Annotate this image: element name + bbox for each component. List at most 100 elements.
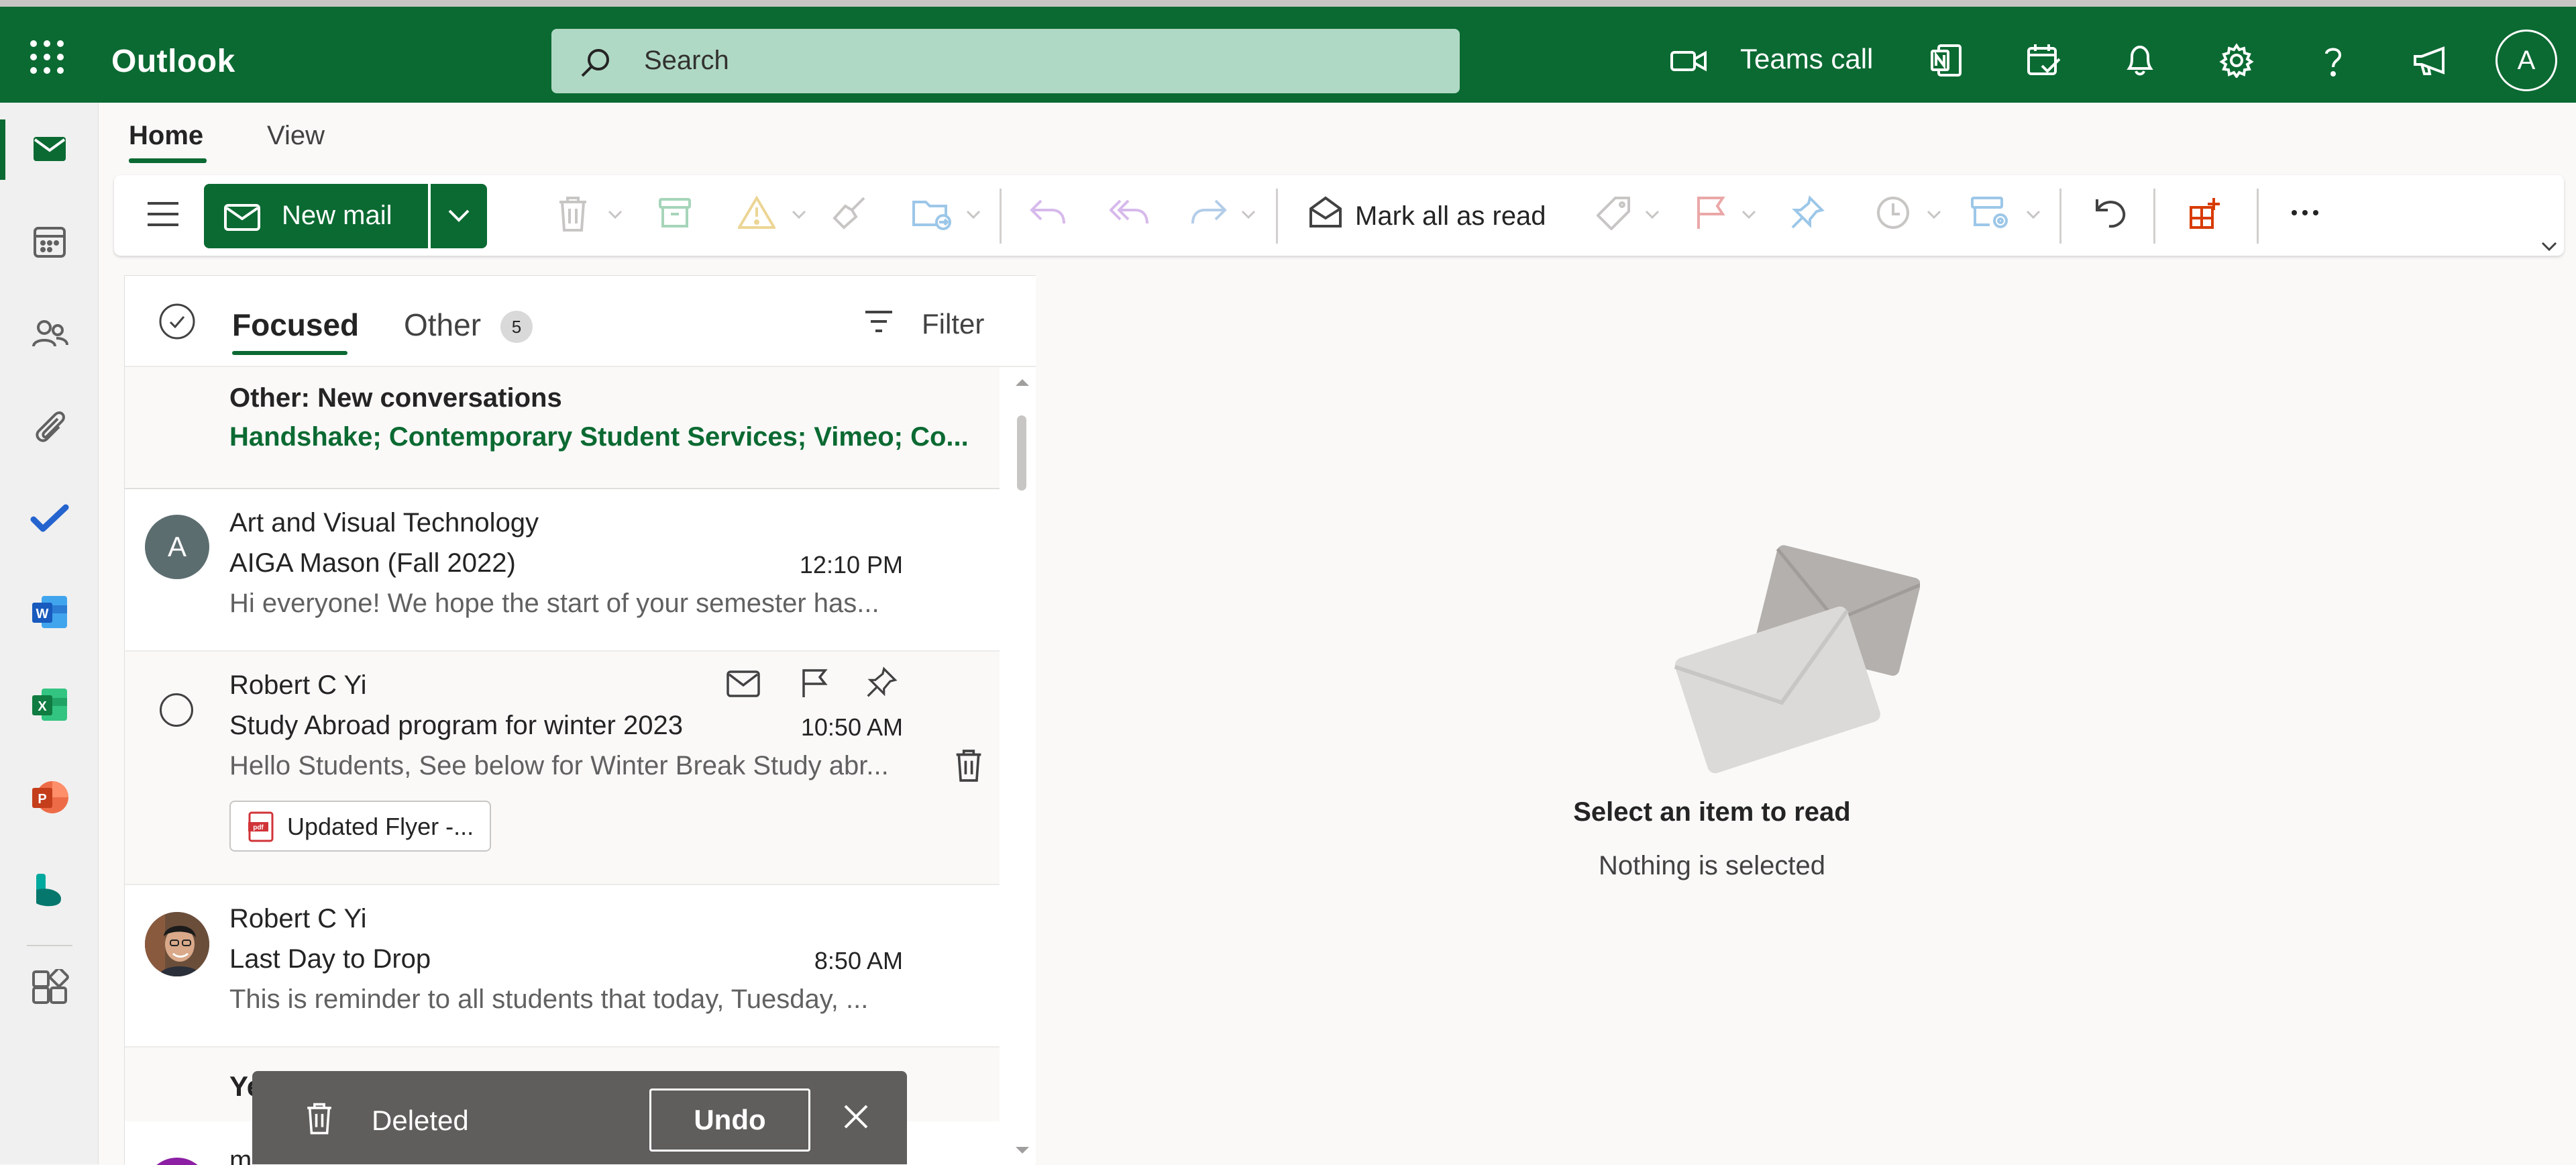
clock-icon[interactable] [1876,195,1911,230]
avatar [145,912,209,976]
word-icon[interactable]: W [30,592,70,632]
flag-icon[interactable] [800,668,829,699]
flag-icon[interactable] [1695,195,1727,230]
avatar [145,1158,209,1165]
toolbar-divider [2257,189,2259,244]
rules-icon[interactable] [1971,195,2010,230]
bookings-icon[interactable] [30,870,70,910]
ribbon-expand-icon[interactable] [2541,242,2557,251]
message-preview: Hi everyone! We hope the start of your s… [229,589,879,618]
more-apps-icon[interactable] [30,969,70,1009]
app-launcher-icon[interactable] [27,37,67,77]
move-to-folder-icon[interactable] [912,195,951,230]
reply-icon[interactable] [1029,195,1067,227]
todo-icon[interactable] [30,499,70,540]
gear-icon[interactable] [2219,43,2254,78]
warning-icon[interactable] [738,195,775,230]
toolbar-divider [2153,189,2155,244]
new-mail-button[interactable]: New mail [204,184,428,248]
people-icon[interactable] [30,314,70,354]
tab-home[interactable]: Home [129,121,203,151]
chevron-down-icon[interactable] [1241,210,1256,219]
message-subject: Study Abroad program for winter 2023 [229,711,683,740]
scrollbar-thumb[interactable] [1017,415,1026,491]
tab-focused-indicator [232,351,347,355]
tab-focused[interactable]: Focused [232,307,359,343]
undo-icon[interactable] [2093,195,2128,230]
message-preview: Hello Students, See below for Winter Bre… [229,751,889,780]
mark-all-read-button[interactable]: Mark all as read [1355,201,1546,232]
svg-text:P: P [38,792,46,807]
powerpoint-icon[interactable]: P [30,777,70,817]
forward-icon[interactable] [1190,195,1228,227]
pin-icon[interactable] [865,666,898,699]
search-input[interactable]: Search [644,46,729,76]
scroll-down-icon[interactable] [1014,1146,1030,1155]
message-time: 12:10 PM [799,551,903,578]
chevron-down-icon[interactable] [1927,210,1941,219]
delete-icon[interactable] [557,195,589,233]
undo-button[interactable]: Undo [649,1088,810,1152]
envelope-icon [224,204,260,231]
tab-view[interactable]: View [267,121,325,151]
megaphone-icon[interactable] [2412,43,2447,78]
mark-read-icon[interactable] [726,669,761,699]
delete-icon[interactable] [954,748,983,783]
attachment-chip[interactable]: pdf Updated Flyer -... [229,801,491,852]
video-call-icon[interactable] [1670,50,1707,72]
add-ins-icon[interactable] [2188,195,2223,230]
tab-other[interactable]: Other [404,307,481,343]
list-item[interactable]: Robert C Yi Study Abroad program for win… [125,652,1000,885]
excel-icon[interactable]: X [30,685,70,725]
filter-icon[interactable] [864,309,894,334]
archive-icon[interactable] [657,195,692,230]
onenote-feed-icon[interactable] [1929,43,1964,78]
chevron-down-icon[interactable] [2026,210,2041,219]
mail-icon[interactable] [30,129,70,169]
ribbon-toolbar: New mail Mark all as read [114,175,2564,256]
tag-icon[interactable] [1597,195,1631,230]
help-icon[interactable] [2316,43,2351,78]
mark-read-icon[interactable] [1308,195,1343,230]
rail-divider [27,945,72,946]
new-conversations-senders: Handshake; Contemporary Student Services… [229,422,969,452]
bell-icon[interactable] [2123,43,2157,78]
teams-call-button[interactable]: Teams call [1740,43,1873,75]
app-title[interactable]: Outlook [111,43,235,80]
more-options-icon[interactable] [2290,209,2320,217]
new-conversations-banner[interactable]: Other: New conversations Handshake; Cont… [125,367,1000,489]
reply-all-icon[interactable] [1110,195,1150,227]
chevron-down-icon[interactable] [792,210,806,219]
svg-text:W: W [36,607,49,621]
new-mail-dropdown[interactable] [431,184,487,248]
empty-state-subtitle: Nothing is selected [1599,851,1825,880]
chevron-down-icon[interactable] [1645,210,1660,219]
select-message-checkbox[interactable] [160,693,193,727]
list-item[interactable]: Robert C Yi Last Day to Drop 8:50 AM Thi… [125,885,1000,1048]
message-sender: Robert C Yi [229,904,367,933]
scroll-up-icon[interactable] [1014,378,1030,387]
my-day-icon[interactable] [2026,43,2061,78]
list-item[interactable]: A Art and Visual Technology AIGA Mason (… [125,489,1000,652]
new-conversations-title: Other: New conversations [229,383,562,413]
filter-button[interactable]: Filter [922,308,984,340]
close-icon[interactable] [843,1103,869,1130]
calendar-icon[interactable] [30,221,70,262]
attachment-name: Updated Flyer -... [287,813,474,840]
sweep-icon[interactable] [832,195,867,230]
select-all-checkbox-icon[interactable] [158,303,196,340]
chevron-down-icon[interactable] [608,210,623,219]
attachment-icon[interactable] [30,407,70,447]
search-box[interactable]: Search [551,29,1460,93]
message-time: 8:50 AM [814,947,903,974]
message-list: Focused Other 5 Filter Other: New conver… [124,275,1036,1165]
chevron-down-icon[interactable] [1741,210,1756,219]
pin-icon[interactable] [1790,195,1825,230]
deleted-toast: Deleted Undo [252,1071,907,1164]
tab-home-indicator [129,158,207,163]
chevron-down-icon[interactable] [966,210,981,219]
hamburger-menu-icon[interactable] [146,201,180,227]
message-subject: AIGA Mason (Fall 2022) [229,548,516,578]
account-avatar[interactable]: A [2496,30,2557,91]
message-subject: Last Day to Drop [229,944,431,974]
